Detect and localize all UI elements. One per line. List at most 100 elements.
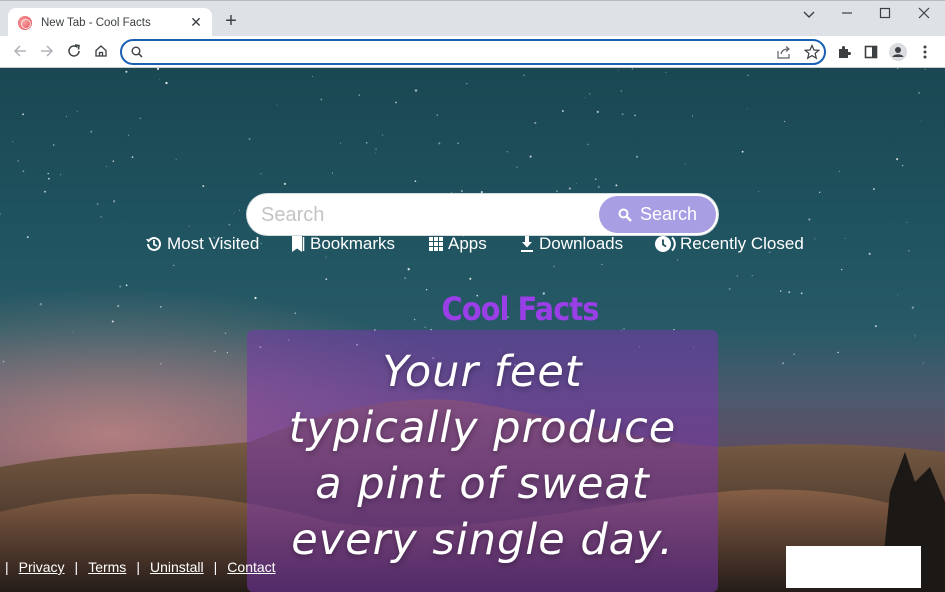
star bbox=[684, 163, 686, 165]
star bbox=[924, 69, 926, 70]
star bbox=[635, 155, 639, 158]
star bbox=[395, 101, 397, 104]
shortcut-bookmarks[interactable]: Bookmarks bbox=[290, 234, 395, 254]
tab-close-icon[interactable]: ✕ bbox=[188, 14, 204, 31]
star bbox=[872, 188, 875, 191]
star bbox=[922, 362, 924, 364]
star bbox=[601, 263, 603, 266]
fact-line: typically produce bbox=[288, 403, 677, 453]
star-icon[interactable] bbox=[804, 44, 820, 60]
star bbox=[556, 190, 558, 192]
star bbox=[897, 294, 899, 296]
tab-search-button[interactable] bbox=[794, 5, 824, 25]
star bbox=[112, 200, 116, 203]
menu-button[interactable] bbox=[914, 41, 936, 63]
new-tab-button[interactable]: + bbox=[221, 11, 241, 33]
star bbox=[52, 144, 55, 146]
search-input[interactable] bbox=[261, 202, 591, 228]
star bbox=[568, 187, 571, 190]
share-icon[interactable] bbox=[776, 44, 792, 60]
home-button[interactable] bbox=[90, 40, 112, 62]
shortcut-label: Downloads bbox=[539, 234, 624, 253]
shortcut-label: Most Visited bbox=[167, 234, 260, 253]
star bbox=[254, 296, 257, 300]
star bbox=[585, 97, 586, 99]
browser-window: New Tab - Cool Facts ✕ + Search Search M… bbox=[0, 0, 945, 592]
shortcut-label: Recently Closed bbox=[680, 234, 804, 253]
minimize-icon bbox=[842, 12, 852, 14]
shortcut-label: Apps bbox=[448, 234, 487, 253]
star bbox=[596, 110, 599, 114]
address-input[interactable] bbox=[150, 43, 750, 61]
star bbox=[746, 108, 748, 110]
star bbox=[139, 117, 141, 119]
star bbox=[320, 98, 323, 101]
home-icon bbox=[95, 45, 107, 57]
star bbox=[125, 284, 128, 287]
minimize-button[interactable] bbox=[832, 5, 862, 25]
shortcut-apps[interactable]: Apps bbox=[428, 234, 487, 254]
shortcut-most-visited[interactable]: Most Visited bbox=[145, 234, 259, 254]
star bbox=[438, 142, 441, 145]
search-button[interactable]: Search bbox=[599, 196, 716, 233]
star bbox=[841, 268, 843, 271]
shortcut-downloads[interactable]: Downloads bbox=[519, 234, 623, 254]
star bbox=[751, 275, 753, 277]
star bbox=[39, 303, 42, 306]
shortcut-label: Bookmarks bbox=[310, 234, 396, 253]
star bbox=[621, 113, 624, 116]
shortcut-recently-closed[interactable]: Recently Closed bbox=[654, 234, 804, 254]
clock-icon bbox=[655, 236, 676, 252]
star bbox=[469, 277, 472, 280]
close-window-button[interactable] bbox=[909, 5, 939, 25]
star bbox=[0, 213, 1, 215]
star bbox=[294, 312, 296, 314]
star bbox=[906, 221, 908, 223]
uninstall-link[interactable]: Uninstall bbox=[150, 559, 204, 575]
profile-button[interactable] bbox=[887, 41, 909, 63]
privacy-link[interactable]: Privacy bbox=[19, 559, 65, 575]
star bbox=[175, 158, 177, 160]
star bbox=[404, 277, 407, 280]
star bbox=[276, 104, 278, 106]
back-button[interactable] bbox=[9, 40, 31, 62]
star bbox=[358, 94, 361, 96]
star bbox=[779, 290, 782, 292]
star bbox=[466, 82, 468, 85]
star bbox=[414, 89, 418, 92]
reload-icon bbox=[68, 44, 80, 57]
maximize-button[interactable] bbox=[870, 5, 900, 25]
contact-link[interactable]: Contact bbox=[227, 559, 275, 575]
star bbox=[66, 115, 68, 117]
footer-links: | Privacy | Terms | Uninstall | Contact bbox=[5, 559, 276, 575]
star bbox=[523, 74, 525, 76]
star bbox=[224, 332, 227, 334]
star bbox=[897, 68, 899, 70]
star bbox=[117, 304, 120, 308]
extensions-button[interactable] bbox=[833, 41, 855, 63]
star bbox=[2, 360, 5, 363]
terms-link[interactable]: Terms bbox=[88, 559, 126, 575]
star bbox=[76, 110, 78, 112]
star bbox=[914, 335, 916, 337]
side-panel-button[interactable] bbox=[860, 41, 882, 63]
star bbox=[165, 81, 168, 85]
forward-button[interactable] bbox=[36, 40, 58, 62]
address-bar[interactable] bbox=[120, 39, 826, 65]
profile-icon bbox=[889, 43, 907, 61]
star bbox=[436, 114, 439, 116]
star bbox=[728, 287, 731, 290]
star bbox=[22, 113, 25, 116]
star bbox=[131, 156, 134, 159]
star bbox=[424, 326, 426, 328]
star bbox=[736, 275, 738, 277]
reload-button[interactable] bbox=[63, 40, 85, 62]
star bbox=[112, 160, 115, 162]
star bbox=[534, 121, 537, 124]
blank-overlay-box bbox=[786, 546, 921, 588]
star bbox=[214, 350, 216, 353]
star bbox=[506, 151, 508, 153]
tab-new-tab[interactable]: New Tab - Cool Facts ✕ bbox=[8, 8, 212, 37]
star bbox=[808, 218, 811, 221]
star bbox=[331, 172, 333, 174]
